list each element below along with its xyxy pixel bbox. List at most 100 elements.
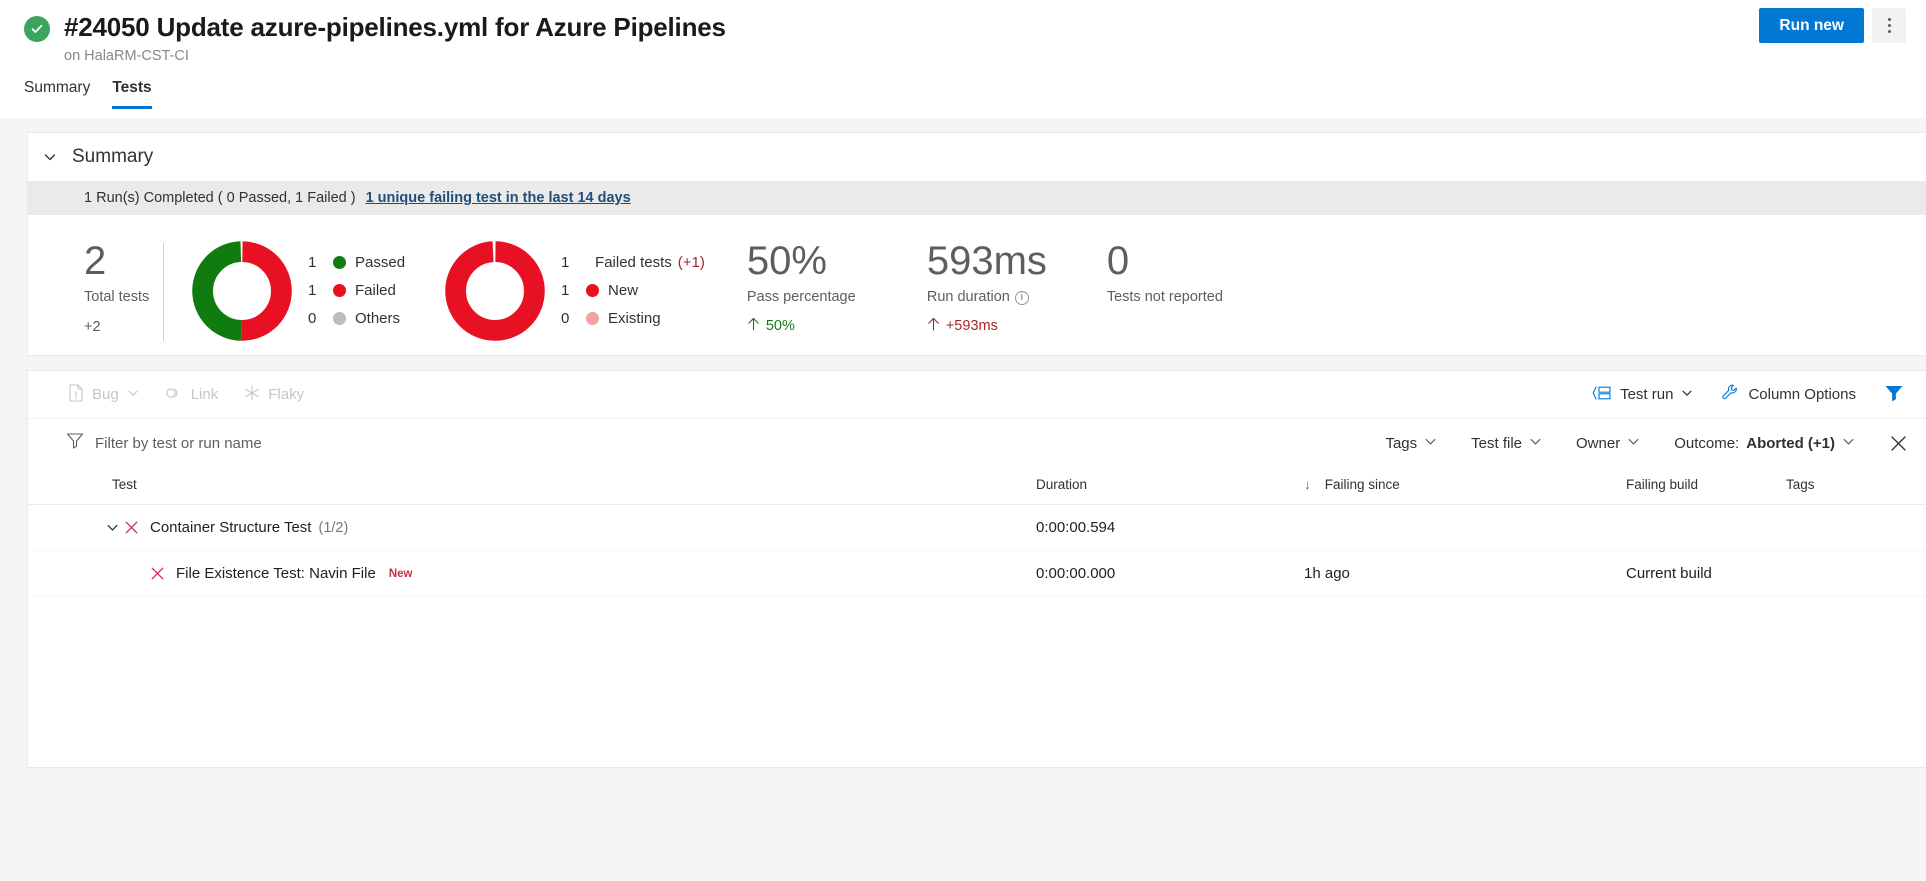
- column-header-failing-since[interactable]: ↓Failing since: [1304, 467, 1626, 505]
- filter-input-group[interactable]: [66, 432, 1351, 454]
- filter-dropdown-test-file[interactable]: Test file: [1471, 435, 1542, 452]
- filter-dropdown-tags[interactable]: Tags: [1385, 435, 1437, 452]
- run-status-bar: 1 Run(s) Completed ( 0 Passed, 1 Failed …: [28, 181, 1926, 215]
- legend-dot-existing: [586, 312, 599, 325]
- tab-summary[interactable]: Summary: [24, 77, 90, 109]
- filter-dropdown-outcome[interactable]: Outcome: Aborted (+1): [1674, 435, 1855, 452]
- tab-tests[interactable]: Tests: [112, 77, 151, 109]
- clear-filters-button[interactable]: [1889, 434, 1908, 453]
- legend-label: Failed: [355, 282, 396, 299]
- column-header-duration[interactable]: Duration: [1036, 467, 1304, 505]
- summary-header[interactable]: Summary: [28, 133, 1926, 181]
- wrench-icon: [1721, 383, 1740, 406]
- status-badge: New: [389, 568, 413, 580]
- test-run-label: Test run: [1620, 386, 1673, 403]
- cell-failing-since: [1304, 505, 1626, 551]
- link-button[interactable]: Link: [165, 386, 219, 404]
- table-header: Test Duration ↓Failing since Failing bui…: [28, 467, 1926, 505]
- legend-count: 0: [308, 310, 324, 327]
- more-actions-button[interactable]: [1872, 8, 1906, 43]
- failed-tests-delta: (+1): [678, 254, 705, 271]
- failed-donut-chart: [443, 239, 547, 343]
- metrics-divider: [163, 243, 164, 341]
- pass-percentage-trend: 50%: [747, 317, 887, 335]
- check-circle-icon: [24, 16, 50, 42]
- flaky-button[interactable]: Flaky: [244, 385, 304, 405]
- failed-chart-group: 1 Failed tests (+1) 1 New 0 Existing: [443, 239, 705, 343]
- pass-percentage-label: Pass percentage: [747, 289, 887, 305]
- bug-document-icon: [68, 384, 84, 406]
- test-run-grouping-button[interactable]: Test run: [1592, 385, 1693, 405]
- outcome-legend: 1 Passed 1 Failed 0 Others: [308, 239, 405, 332]
- tab-bar: Summary Tests: [0, 77, 1926, 109]
- test-name: Container Structure Test: [150, 519, 311, 536]
- legend-item-others: 0 Others: [308, 304, 405, 332]
- cell-duration: 0:00:00.000: [1036, 551, 1304, 597]
- column-header-test[interactable]: Test: [28, 467, 1036, 505]
- column-options-button[interactable]: Column Options: [1721, 383, 1856, 406]
- legend-dot-new: [586, 284, 599, 297]
- funnel-filter-icon: [1884, 384, 1904, 406]
- failed-legend: 1 Failed tests (+1) 1 New 0 Existing: [561, 239, 705, 332]
- not-reported-value: 0: [1107, 239, 1247, 283]
- info-icon[interactable]: i: [1015, 291, 1029, 305]
- pass-percentage-trend-value: 50%: [766, 318, 795, 334]
- legend-count: 1: [561, 254, 577, 271]
- cell-tags: [1786, 505, 1926, 551]
- legend-count: 1: [308, 254, 324, 271]
- funnel-icon: [66, 432, 84, 454]
- column-header-failing-build[interactable]: Failing build: [1626, 467, 1786, 505]
- legend-dot-others: [333, 312, 346, 325]
- search-input[interactable]: [95, 435, 435, 452]
- legend-label: Failed tests: [595, 254, 672, 271]
- table-row[interactable]: Container Structure Test (1/2) 0:00:00.5…: [28, 505, 1926, 551]
- run-duration-trend: +593ms: [927, 317, 1067, 335]
- run-new-button[interactable]: Run new: [1759, 8, 1864, 43]
- chevron-down-icon: [1627, 435, 1640, 452]
- table-body: Container Structure Test (1/2) 0:00:00.5…: [28, 505, 1926, 597]
- filter-toggle-button[interactable]: [1884, 384, 1904, 406]
- not-reported-label: Tests not reported: [1107, 289, 1247, 305]
- legend-count: 0: [561, 310, 577, 327]
- link-label: Link: [191, 386, 219, 403]
- cell-duration: 0:00:00.594: [1036, 505, 1304, 551]
- total-tests-delta: +2: [84, 319, 163, 335]
- page-content: Summary 1 Run(s) Completed ( 0 Passed, 1…: [0, 132, 1926, 768]
- metric-pass-percentage: 50% Pass percentage 50%: [747, 239, 887, 335]
- header-actions: Run new: [1759, 8, 1906, 43]
- failing-tests-link[interactable]: 1 unique failing test in the last 14 day…: [366, 190, 631, 206]
- x-failed-icon: [124, 520, 139, 535]
- filter-bar: Tags Test file Owner Outcome: Aborted (: [28, 419, 1926, 467]
- cell-tags: [1786, 551, 1926, 597]
- snowflake-icon: [244, 385, 260, 405]
- test-results-table-wrapper: Test Duration ↓Failing since Failing bui…: [28, 467, 1926, 767]
- flaky-label: Flaky: [268, 386, 304, 403]
- legend-count: 1: [308, 282, 324, 299]
- filter-label: Outcome:: [1674, 435, 1739, 452]
- toolbar-right-group: Test run Column Options: [1564, 383, 1904, 406]
- link-chain-icon: [165, 386, 183, 404]
- metric-total-tests: 2 Total tests +2: [28, 239, 163, 335]
- filter-label: Test file: [1471, 435, 1522, 452]
- legend-item-passed: 1 Passed: [308, 248, 405, 276]
- table-header-row: Test Duration ↓Failing since Failing bui…: [28, 467, 1926, 505]
- column-options-label: Column Options: [1748, 386, 1856, 403]
- cell-test: File Existence Test: Navin File New: [28, 551, 1036, 597]
- legend-item-new: 1 New: [561, 276, 705, 304]
- filter-dropdown-owner[interactable]: Owner: [1576, 435, 1640, 452]
- summary-card: Summary 1 Run(s) Completed ( 0 Passed, 1…: [27, 132, 1926, 356]
- total-tests-label: Total tests: [84, 289, 163, 305]
- column-header-tags[interactable]: Tags: [1786, 467, 1926, 505]
- arrow-up-icon: [747, 317, 760, 335]
- chevron-down-icon[interactable]: [40, 147, 60, 167]
- bug-button[interactable]: Bug: [68, 384, 139, 406]
- table-row[interactable]: File Existence Test: Navin File New 0:00…: [28, 551, 1926, 597]
- bug-label: Bug: [92, 386, 119, 403]
- run-duration-label-text: Run duration: [927, 289, 1010, 305]
- legend-label: Others: [355, 310, 400, 327]
- legend-item-failed: 1 Failed: [308, 276, 405, 304]
- kebab-dot: [1888, 24, 1891, 27]
- run-status-text: 1 Run(s) Completed ( 0 Passed, 1 Failed …: [84, 190, 356, 206]
- chevron-down-icon[interactable]: [106, 521, 124, 534]
- legend-item-failed-tests: 1 Failed tests (+1): [561, 248, 705, 276]
